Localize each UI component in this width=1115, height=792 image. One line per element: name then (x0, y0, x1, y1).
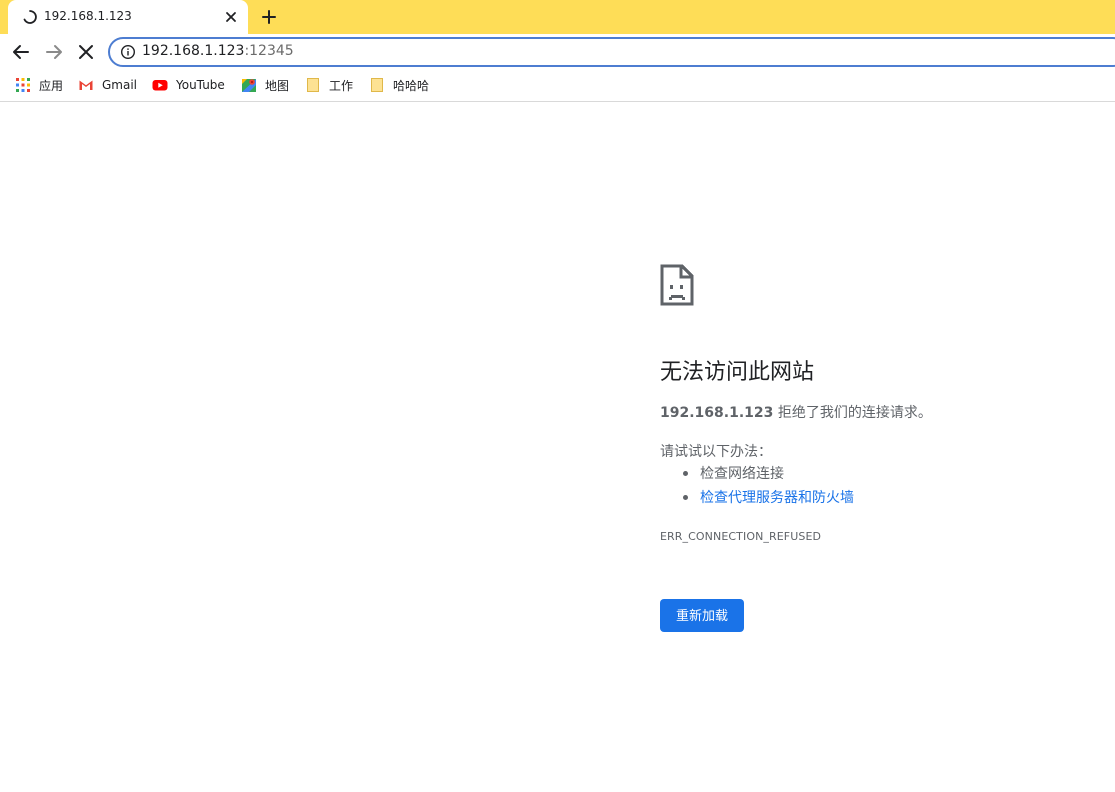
folder-icon (307, 78, 319, 92)
url-host: 192.168.1.123 (142, 43, 245, 59)
active-tab[interactable]: 192.168.1.123 (8, 0, 248, 34)
apps-grid-icon (16, 78, 30, 92)
bookmark-gmail[interactable]: Gmail (78, 76, 137, 94)
back-icon[interactable] (9, 40, 33, 64)
bookmark-folder-work[interactable]: 工作 (305, 76, 353, 94)
tab-title: 192.168.1.123 (44, 9, 132, 23)
stop-loading-icon[interactable] (74, 40, 98, 64)
bookmark-youtube[interactable]: YouTube (152, 76, 225, 94)
error-message: 192.168.1.123 拒绝了我们的连接请求。 (660, 402, 932, 422)
forward-icon[interactable] (42, 40, 66, 64)
bookmark-apps[interactable]: 应用 (15, 76, 63, 94)
suggestion-check-network: 检查网络连接 (660, 464, 854, 488)
address-bar[interactable]: 192.168.1.123:12345 (108, 37, 1115, 67)
url-text[interactable]: 192.168.1.123:12345 (142, 43, 294, 59)
toolbar: 192.168.1.123:12345 (0, 34, 1115, 69)
suggestion-check-proxy-firewall[interactable]: 检查代理服务器和防火墙 (660, 488, 854, 512)
error-message-text: 拒绝了我们的连接请求。 (773, 405, 932, 421)
bullet-icon (683, 495, 688, 500)
new-tab-icon[interactable] (258, 6, 280, 28)
folder-icon (371, 78, 383, 92)
gmail-icon (79, 80, 93, 90)
sad-page-icon (660, 264, 694, 306)
url-port: :12345 (244, 43, 294, 59)
error-title: 无法访问此网站 (660, 360, 815, 385)
site-info-icon[interactable] (120, 44, 136, 60)
suggestions-heading: 请试试以下办法： (660, 444, 772, 460)
bookmark-maps[interactable]: 地图 (241, 76, 289, 94)
suggestion-text: 检查网络连接 (700, 466, 784, 482)
maps-icon (242, 79, 256, 92)
close-tab-icon[interactable] (222, 8, 240, 26)
bookmark-label: 应用 (39, 78, 64, 93)
loading-spinner-icon (23, 10, 37, 24)
tab-strip: 192.168.1.123 (0, 0, 1115, 34)
bookmark-label: 地图 (265, 78, 290, 93)
bullet-icon (683, 471, 688, 476)
reload-button[interactable]: 重新加载 (660, 599, 744, 632)
suggestion-link[interactable]: 检查代理服务器和防火墙 (700, 490, 854, 506)
youtube-icon (152, 80, 168, 91)
suggestions-list: 检查网络连接 检查代理服务器和防火墙 (660, 464, 854, 512)
error-code: ERR_CONNECTION_REFUSED (660, 530, 822, 543)
error-host: 192.168.1.123 (660, 405, 774, 421)
bookmark-label: YouTube (176, 78, 225, 92)
bookmarks-bar: 应用 Gmail YouTube 地图 工作 哈哈哈 (0, 69, 1115, 102)
bookmark-folder-hahaha[interactable]: 哈哈哈 (369, 76, 429, 94)
bookmark-label: 哈哈哈 (393, 78, 430, 93)
bookmark-label: 工作 (329, 78, 354, 93)
bookmark-label: Gmail (102, 78, 138, 92)
